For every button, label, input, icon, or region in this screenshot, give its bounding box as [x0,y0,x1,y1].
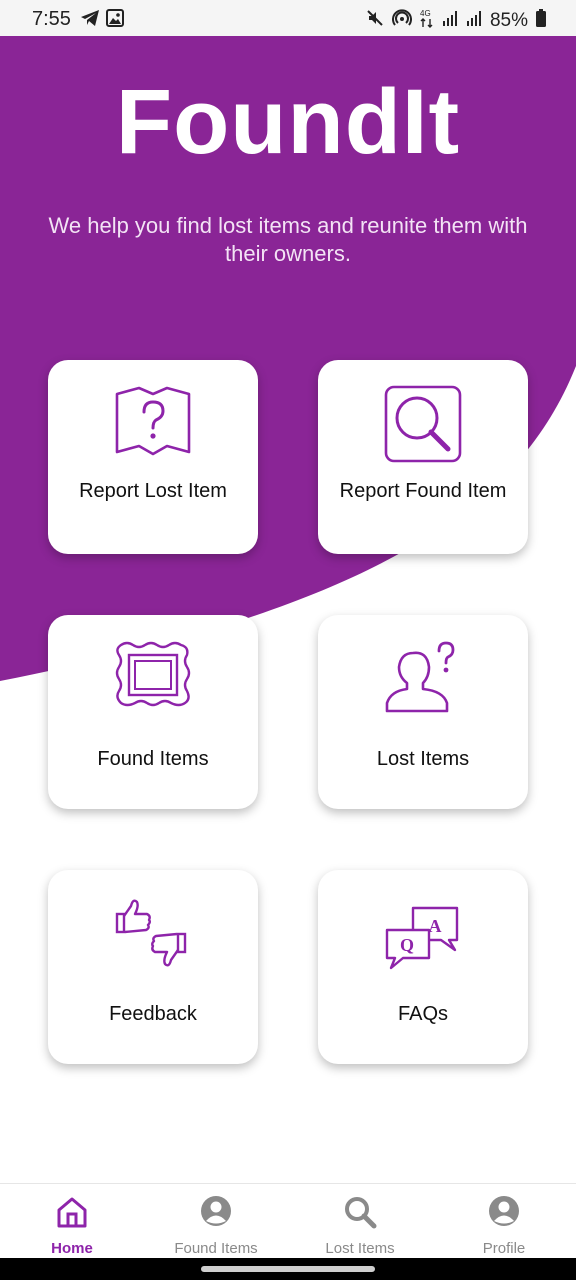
home-icon [0,1194,144,1230]
nav-label: Home [51,1240,93,1257]
report-lost-item-card[interactable]: Report Lost Item [48,360,258,554]
magnifier-icon [318,384,528,464]
nav-profile[interactable]: Profile [432,1184,576,1259]
faq-a-text: A [429,916,442,936]
card-label: Lost Items [376,748,470,770]
person-question-icon [318,639,528,719]
signal-icon [466,10,482,32]
search-icon [288,1194,432,1230]
hotspot-icon [392,9,412,33]
report-found-item-card[interactable]: Report Found Item [318,360,528,554]
status-left-icons [80,9,124,32]
faq-q-text: Q [400,935,414,955]
gallery-icon [106,9,124,32]
map-question-icon [48,384,258,464]
nav-label: Found Items [174,1240,258,1257]
faqs-card[interactable]: A Q FAQs [318,870,528,1064]
nav-label: Profile [482,1240,526,1257]
telegram-icon [80,9,100,32]
battery-icon [536,9,546,33]
tagline: We help you find lost items and reunite … [48,213,528,266]
network-4g-icon: 4G [420,8,434,34]
app-title: FoundIt [115,71,461,173]
nav-home[interactable]: Home [0,1184,144,1259]
card-label: Report Found Item [339,480,507,502]
gesture-handle[interactable] [201,1266,375,1272]
card-label: FAQs [397,1003,448,1025]
status-bar: 7:55 4G 85% [0,0,576,36]
found-items-card[interactable]: Found Items [48,615,258,809]
nav-label: Lost Items [325,1240,395,1257]
lost-items-card[interactable]: Lost Items [318,615,528,809]
status-time: 7:55 [32,8,71,30]
picture-frame-icon [48,639,258,719]
user-circle-icon [432,1194,576,1228]
feedback-card[interactable]: Feedback [48,870,258,1064]
thumbs-icon [48,894,258,974]
card-label: Feedback [109,1003,197,1025]
gesture-bar [0,1258,576,1280]
bottom-navigation: Home Found Items Lost Items Profile [0,1183,576,1259]
qa-bubbles-icon: A Q [318,894,528,974]
battery-percent: 85% [489,10,528,31]
card-label: Report Lost Item [79,480,227,502]
card-label: Found Items [97,748,209,770]
nav-lost-items[interactable]: Lost Items [288,1184,432,1259]
user-circle-icon [144,1194,288,1228]
nav-found-items[interactable]: Found Items [144,1184,288,1259]
status-right: 4G 85% [366,8,546,34]
mute-icon [366,9,384,33]
svg-text:4G: 4G [420,9,431,18]
signal-icon [442,10,458,32]
